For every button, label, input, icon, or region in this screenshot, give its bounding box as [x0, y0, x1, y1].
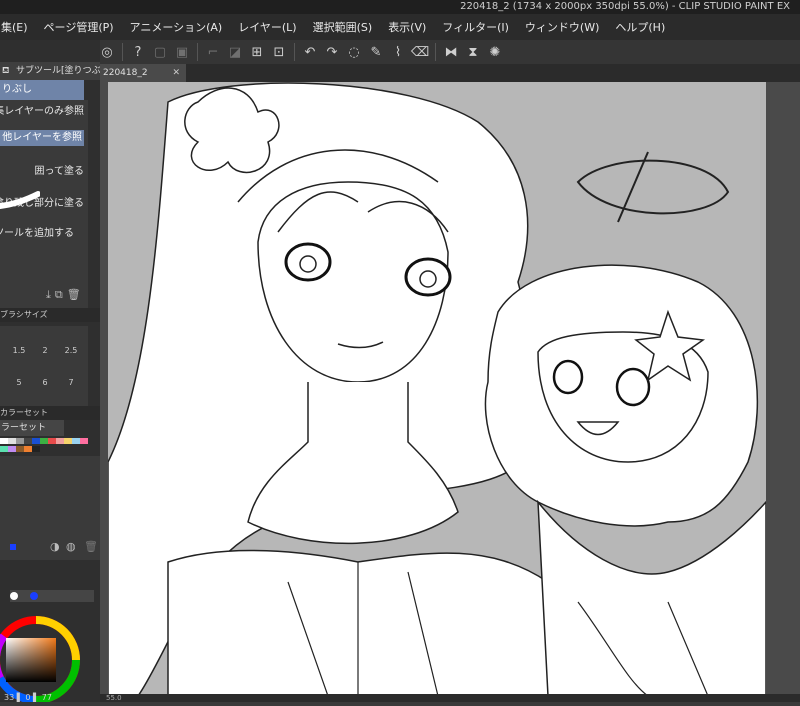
swatch[interactable]: [48, 438, 56, 444]
separator: [435, 43, 436, 61]
swatch[interactable]: [56, 438, 64, 444]
menu-bar: 集(E) ページ管理(P) アニメーション(A) レイヤー(L) 選択範囲(S)…: [0, 14, 800, 40]
color-wheel-panel: 33 ▌ 0 ▌ 77: [0, 560, 100, 705]
menu-view[interactable]: 表示(V): [380, 19, 434, 35]
swatch[interactable]: [24, 438, 32, 444]
swatch[interactable]: [8, 438, 16, 444]
subtool-active-item[interactable]: りぶし: [0, 80, 84, 100]
swatch[interactable]: [64, 438, 72, 444]
color-set-area: ◑ ◍ 🗑: [0, 456, 100, 566]
bucket-icon: ⛾: [2, 66, 10, 76]
line-art: [108, 82, 766, 696]
separator: [197, 43, 198, 61]
swatch[interactable]: [0, 446, 8, 452]
swatch[interactable]: [80, 438, 88, 444]
size-2[interactable]: 2: [34, 346, 56, 355]
swatch[interactable]: [16, 438, 24, 444]
transform-icon[interactable]: ◪: [226, 43, 244, 61]
subtool-header-label: サブツール[塗りつぶし]: [16, 66, 100, 76]
palette-trash-icon[interactable]: 🗑: [84, 540, 98, 553]
color-set-title: カラーセット: [0, 408, 48, 417]
swatch[interactable]: [32, 438, 40, 444]
size-1-5[interactable]: 1.5: [8, 346, 30, 355]
swatch[interactable]: [32, 446, 40, 452]
size-6[interactable]: 6: [34, 378, 56, 387]
lasso-icon[interactable]: ◌: [345, 43, 363, 61]
menu-selection[interactable]: 選択範囲(S): [305, 19, 381, 35]
color-swatches: [0, 438, 88, 454]
crop-icon[interactable]: ⌐: [204, 43, 222, 61]
size-5[interactable]: 5: [8, 378, 30, 387]
artwork-canvas[interactable]: [108, 82, 766, 696]
brush-size-grid: 1.5 2 2.5 5 6 7: [0, 326, 88, 406]
palette-settings-icon[interactable]: ◍: [66, 540, 76, 553]
subtool-header: ⛾ サブツール[塗りつぶし]: [0, 62, 100, 80]
zoom-readout: 55.0: [106, 694, 122, 702]
brush-size-header: ブラシサイズ: [0, 308, 100, 322]
pen-icon[interactable]: ✎: [367, 43, 385, 61]
document-tab-label: 220418_2: [103, 68, 148, 78]
menu-page[interactable]: ページ管理(P): [36, 19, 122, 35]
subtool-actions: ⤓ ⧉ 🗑: [46, 288, 81, 302]
color-set-header: カラーセット: [0, 406, 100, 420]
menu-filter[interactable]: フィルター(I): [434, 19, 517, 35]
menu-edit[interactable]: 集(E): [0, 19, 36, 35]
palette-icon[interactable]: ◑: [50, 540, 60, 553]
swatch[interactable]: [16, 446, 24, 452]
trash-icon[interactable]: 🗑: [67, 288, 81, 302]
scale-icon[interactable]: ⊞: [248, 43, 266, 61]
download-icon[interactable]: ⤓: [46, 288, 51, 302]
color-wheel[interactable]: [0, 560, 100, 705]
swatch[interactable]: [8, 446, 16, 452]
loading-icon[interactable]: ✺: [486, 43, 504, 61]
swatch[interactable]: [72, 438, 80, 444]
swatch[interactable]: [24, 446, 32, 452]
flip-vertical-icon[interactable]: ⧗: [464, 43, 482, 61]
fill-icon[interactable]: ▣: [173, 43, 191, 61]
flip-horizontal-icon[interactable]: ⧓: [442, 43, 460, 61]
brush-icon[interactable]: ⌇: [389, 43, 407, 61]
select-invert-icon[interactable]: ⊡: [270, 43, 288, 61]
left-panel: ⛾ サブツール[塗りつぶし] りぶし 集レイヤーのみ参照 他レイヤーを参照 囲って…: [0, 40, 100, 705]
menu-layer[interactable]: レイヤー(L): [230, 19, 304, 35]
size-2-5[interactable]: 2.5: [60, 346, 82, 355]
option-add-subtool[interactable]: ブツールを追加する: [0, 224, 74, 239]
color-value-readout: 33 ▌ 0 ▌ 77: [4, 693, 52, 702]
redo-icon[interactable]: ↷: [323, 43, 341, 61]
canvas-workspace[interactable]: [100, 82, 800, 702]
window-title: 220418_2 (1734 x 2000px 350dpi 55.0%) - …: [0, 0, 800, 14]
document-tabs: 220418_2 ✕: [100, 64, 800, 82]
brush-preview: [0, 191, 40, 209]
main-color-chip[interactable]: [10, 544, 16, 550]
option-other-layers[interactable]: 他レイヤーを参照: [0, 130, 84, 146]
duplicate-icon[interactable]: ⧉: [55, 288, 63, 302]
app-icon[interactable]: ◎: [98, 43, 116, 61]
document-tab[interactable]: 220418_2 ✕: [100, 64, 186, 82]
eraser-icon[interactable]: ⌫: [411, 43, 429, 61]
size-7[interactable]: 7: [60, 378, 82, 387]
option-current-layer[interactable]: 集レイヤーのみ参照: [0, 102, 84, 117]
color-set-selected: ラーセット: [1, 423, 47, 433]
option-enclose-fill[interactable]: 囲って塗る: [35, 162, 85, 177]
clear-icon[interactable]: ▢: [151, 43, 169, 61]
swatch[interactable]: [0, 438, 8, 444]
status-bar: 55.0: [100, 694, 800, 702]
command-bar: ◎ ? ▢ ▣ ⌐ ◪ ⊞ ⊡ ↶ ↷ ◌ ✎ ⌇ ⌫ ⧓ ⧗ ✺: [90, 40, 800, 64]
brush-size-title: ブラシサイズ: [0, 310, 48, 319]
menu-window[interactable]: ウィンドウ(W): [517, 19, 607, 35]
separator: [294, 43, 295, 61]
color-set-dropdown[interactable]: ラーセット: [0, 420, 64, 436]
close-icon[interactable]: ✕: [172, 64, 180, 82]
help-icon[interactable]: ?: [129, 43, 147, 61]
menu-animation[interactable]: アニメーション(A): [122, 19, 231, 35]
undo-icon[interactable]: ↶: [301, 43, 319, 61]
swatch[interactable]: [40, 438, 48, 444]
menu-help[interactable]: ヘルプ(H): [607, 19, 673, 35]
separator: [122, 43, 123, 61]
